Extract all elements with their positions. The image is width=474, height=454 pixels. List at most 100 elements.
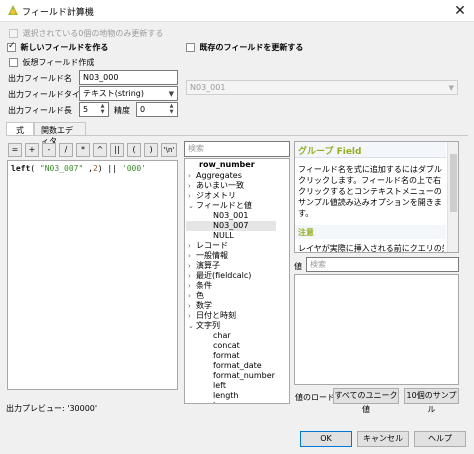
- expression-concat-op: ||: [107, 164, 118, 173]
- tree-item-null[interactable]: NULL: [213, 231, 234, 241]
- tree-item-label: N03_001: [213, 211, 249, 220]
- tree-item-func-length[interactable]: length: [213, 391, 239, 401]
- output-field-length-spinbox[interactable]: 5 ▲ ▼: [79, 102, 109, 117]
- output-preview-value: '30000': [67, 404, 98, 413]
- virtual-field-option[interactable]: 仮想フィールド作成: [9, 57, 94, 68]
- only-selected-option[interactable]: 選択されている0個の地物のみ更新する: [9, 28, 163, 39]
- chevron-right-icon: ›: [188, 252, 191, 260]
- tree-item-field-n03-007[interactable]: N03_007: [186, 221, 276, 231]
- tree-item-fields-and-values[interactable]: ⌄ フィールドと値: [188, 201, 252, 211]
- tree-item-func-char[interactable]: char: [213, 331, 231, 341]
- tree-item-label: 条件: [196, 281, 212, 290]
- operator-close-paren-button[interactable]: ): [144, 143, 158, 157]
- chevron-right-icon: ›: [188, 172, 191, 180]
- output-field-type-select[interactable]: テキスト(string) ▼: [79, 86, 178, 101]
- new-field-checkbox[interactable]: [7, 41, 16, 52]
- tab-expression[interactable]: 式: [6, 122, 34, 136]
- spin-arrows-icon[interactable]: ▲ ▼: [167, 103, 176, 116]
- operator-power-button[interactable]: ^: [93, 143, 107, 157]
- ok-button[interactable]: OK: [300, 431, 352, 447]
- tree-item-func-format-date[interactable]: format_date: [213, 361, 262, 371]
- qgis-app-icon: [8, 5, 18, 15]
- tree-item-func-left[interactable]: left: [213, 381, 226, 391]
- tree-item-label: format_date: [213, 361, 262, 370]
- chevron-down-icon: ▼: [168, 90, 174, 98]
- tree-item-func-concat[interactable]: concat: [213, 341, 240, 351]
- tree-item-operators[interactable]: › 演算子: [188, 261, 220, 271]
- cancel-button[interactable]: キャンセル: [357, 431, 409, 447]
- operator-minus-button[interactable]: -: [42, 143, 56, 157]
- tree-item-color[interactable]: › 色: [188, 291, 204, 301]
- expression-text: left( "N03_007" ,2) || '000': [11, 164, 146, 173]
- load-values-label: 値のロード: [295, 393, 335, 402]
- spin-arrows-icon[interactable]: ▲ ▼: [98, 103, 107, 116]
- tree-item-record[interactable]: › レコード: [188, 241, 228, 251]
- update-existing-checkbox[interactable]: [186, 43, 195, 52]
- function-search-input[interactable]: 検索: [184, 141, 290, 157]
- virtual-field-label: 仮想フィールド作成: [22, 58, 95, 67]
- tree-item-label: left: [213, 381, 226, 390]
- new-field-label: 新しいフィールドを作る: [20, 43, 109, 52]
- operator-equals-button[interactable]: =: [8, 143, 22, 157]
- operator-open-paren-button[interactable]: (: [127, 143, 141, 157]
- expression-function: left: [11, 164, 31, 173]
- help-title-bar: グループ Field: [295, 142, 446, 158]
- tree-item-label: row_number: [199, 160, 255, 169]
- tree-item-func-lower[interactable]: lower: [213, 401, 235, 403]
- existing-field-select[interactable]: N03_001 ▼: [186, 80, 458, 95]
- tree-item-field-n03-001[interactable]: N03_001: [213, 211, 248, 221]
- tab-divider: [6, 135, 468, 136]
- operator-concat-button[interactable]: ||: [110, 143, 124, 157]
- tree-item-conditionals[interactable]: › 条件: [188, 281, 212, 291]
- function-search-placeholder: 検索: [188, 144, 204, 153]
- output-field-name-label: 出力フィールド名: [8, 74, 72, 83]
- tree-item-label: 最近(fieldcalc): [196, 271, 252, 280]
- tree-item-label: 一般情報: [196, 251, 228, 260]
- function-tree[interactable]: row_number › Aggregates › あいまい一致 › ジオメトリ ⌄ フ…: [184, 158, 290, 404]
- help-button[interactable]: ヘルプ: [414, 431, 466, 447]
- operator-divide-button[interactable]: /: [59, 143, 73, 157]
- help-scrollbar[interactable]: [447, 142, 458, 252]
- output-preview: 出力プレビュー: '30000': [6, 403, 97, 414]
- precision-spinbox[interactable]: 0 ▲ ▼: [136, 102, 178, 117]
- tree-item-func-format-number[interactable]: format_number: [213, 371, 275, 381]
- update-existing-group-header[interactable]: 既存のフィールドを更新する: [186, 42, 303, 53]
- ten-samples-button[interactable]: 10個のサンプル: [404, 388, 459, 414]
- tree-item-row-number[interactable]: row_number: [199, 160, 255, 170]
- help-scrollbar-thumb[interactable]: [450, 154, 457, 212]
- values-search-input[interactable]: 検索: [306, 257, 459, 272]
- tree-item-string[interactable]: ⌄ 文字列: [188, 321, 220, 331]
- tree-item-aggregates[interactable]: › Aggregates: [188, 171, 242, 181]
- tree-item-label: 演算子: [196, 261, 220, 270]
- expression-editor[interactable]: left( "N03_007" ,2) || '000': [7, 160, 178, 390]
- chevron-right-icon: ›: [188, 272, 191, 280]
- close-icon[interactable]: ✕: [448, 1, 472, 21]
- output-field-name-input[interactable]: N03_000: [79, 70, 178, 85]
- new-field-group-header[interactable]: 新しいフィールドを作る: [7, 41, 109, 53]
- tab-function-editor[interactable]: 関数エディタ: [34, 122, 86, 146]
- operator-newline-button[interactable]: '\n': [161, 143, 177, 157]
- tree-item-date-and-time[interactable]: › 日付と時刻: [188, 311, 236, 321]
- tree-item-recent[interactable]: › 最近(fieldcalc): [188, 271, 251, 281]
- tree-item-general[interactable]: › 一般情報: [188, 251, 228, 261]
- tree-item-math[interactable]: › 数学: [188, 301, 212, 311]
- only-selected-checkbox[interactable]: [9, 29, 18, 38]
- help-notes-title: 注意: [298, 228, 314, 237]
- all-unique-values-button[interactable]: すべてのユニーク値: [333, 388, 399, 414]
- operator-multiply-button[interactable]: *: [76, 143, 90, 157]
- operator-plus-button[interactable]: +: [25, 143, 39, 157]
- help-notes-bar: 注意: [295, 225, 446, 239]
- values-search-placeholder: 検索: [310, 260, 326, 269]
- chevron-right-icon: ›: [188, 292, 191, 300]
- tree-item-label: 日付と時刻: [196, 311, 236, 320]
- tree-item-fuzzy-matching[interactable]: › あいまい一致: [188, 181, 244, 191]
- tree-item-label: 文字列: [196, 321, 220, 330]
- output-field-type-label: 出力フィールドタイプ: [8, 90, 88, 99]
- tree-item-geometry[interactable]: › ジオメトリ: [188, 191, 236, 201]
- tree-item-label: char: [213, 331, 231, 340]
- tree-item-label: NULL: [213, 231, 234, 240]
- tree-item-func-format[interactable]: format: [213, 351, 240, 361]
- chevron-right-icon: ›: [188, 192, 191, 200]
- virtual-field-checkbox[interactable]: [9, 58, 18, 67]
- values-list[interactable]: [294, 274, 459, 385]
